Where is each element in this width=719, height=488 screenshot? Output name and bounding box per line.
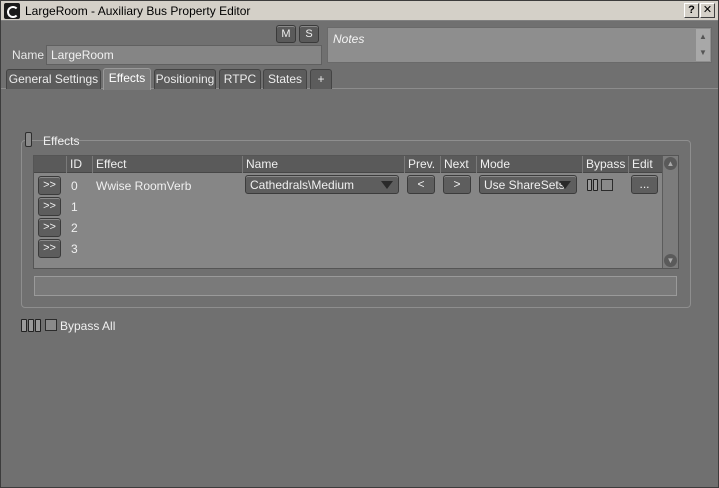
bypass-all-label: Bypass All bbox=[60, 319, 116, 333]
tab-rtpc[interactable]: RTPC bbox=[219, 69, 261, 89]
effect-shareset-value: Cathedrals\Medium bbox=[250, 178, 355, 192]
column-header-effect[interactable]: Effect bbox=[92, 156, 242, 173]
scroll-down-icon[interactable]: ▼ bbox=[696, 45, 710, 61]
scroll-up-icon[interactable]: ▲ bbox=[696, 29, 710, 45]
name-label: Name bbox=[12, 48, 45, 62]
effect-slot-0-id: 0 bbox=[71, 179, 78, 193]
solo-button[interactable]: S bbox=[299, 25, 319, 43]
chevron-down-icon bbox=[559, 181, 571, 189]
notes-field[interactable]: Notes ▲ ▼ bbox=[327, 27, 712, 63]
bypass-all-checkbox[interactable] bbox=[45, 319, 57, 331]
effect-slot-0-effect: Wwise RoomVerb bbox=[96, 179, 192, 193]
column-header-bypass[interactable]: Bypass bbox=[582, 156, 628, 173]
effect-slot-0-button[interactable]: >> bbox=[38, 176, 61, 195]
effect-slot-3-button[interactable]: >> bbox=[38, 239, 61, 258]
scroll-up-icon[interactable]: ▲ bbox=[664, 157, 677, 170]
column-header-id[interactable]: ID bbox=[66, 156, 92, 173]
next-shareset-button[interactable]: > bbox=[443, 175, 471, 194]
effects-table-header: ID Effect Name Prev. Next Mode Bypass Ed… bbox=[34, 156, 662, 173]
column-header-prev[interactable]: Prev. bbox=[404, 156, 440, 173]
mode-dropdown[interactable]: Use ShareSets bbox=[479, 175, 577, 194]
column-header-next[interactable]: Next bbox=[440, 156, 476, 173]
effect-slot-3-id: 3 bbox=[71, 242, 78, 256]
tab-states[interactable]: States bbox=[263, 69, 307, 89]
bypass-all-link-icon[interactable] bbox=[21, 319, 42, 332]
effect-slot-2-id: 2 bbox=[71, 221, 78, 235]
tab-add[interactable]: + bbox=[310, 69, 332, 89]
effect-slot-2-button[interactable]: >> bbox=[38, 218, 61, 237]
column-header-edit[interactable]: Edit bbox=[628, 156, 662, 173]
tab-positioning[interactable]: Positioning bbox=[154, 69, 216, 89]
scroll-down-icon[interactable]: ▼ bbox=[664, 254, 677, 267]
wwise-app-icon bbox=[4, 3, 20, 19]
effect-slot-1-id: 1 bbox=[71, 200, 78, 214]
name-field[interactable]: LargeRoom bbox=[46, 45, 322, 65]
prev-shareset-button[interactable]: < bbox=[407, 175, 435, 194]
mute-button[interactable]: M bbox=[276, 25, 296, 43]
title-bar[interactable]: LargeRoom - Auxiliary Bus Property Edito… bbox=[1, 1, 718, 21]
help-button[interactable]: ? bbox=[684, 3, 699, 18]
bypass-link-icon[interactable] bbox=[587, 179, 599, 191]
notes-placeholder: Notes bbox=[333, 32, 365, 46]
effects-bypass-toggle-icon[interactable] bbox=[25, 132, 32, 147]
tab-bar: General Settings Effects Positioning RTP… bbox=[1, 68, 718, 90]
bypass-checkbox[interactable] bbox=[601, 179, 613, 191]
effects-table-scrollbar[interactable]: ▲ ▼ bbox=[662, 156, 678, 268]
effects-group-label: Effects bbox=[43, 134, 80, 148]
chevron-down-icon bbox=[381, 181, 393, 189]
tab-general-settings[interactable]: General Settings bbox=[6, 69, 101, 89]
column-header-mode[interactable]: Mode bbox=[476, 156, 582, 173]
effects-table: ID Effect Name Prev. Next Mode Bypass Ed… bbox=[33, 155, 679, 269]
close-button[interactable]: ✕ bbox=[700, 3, 715, 18]
effect-shareset-dropdown[interactable]: Cathedrals\Medium bbox=[245, 175, 399, 194]
column-header-name[interactable]: Name bbox=[242, 156, 404, 173]
tab-effects[interactable]: Effects bbox=[103, 68, 151, 90]
effect-status-field bbox=[34, 276, 677, 296]
property-editor-window: LargeRoom - Auxiliary Bus Property Edito… bbox=[0, 0, 719, 488]
edit-effect-button[interactable]: ... bbox=[631, 175, 658, 194]
window-title: LargeRoom - Auxiliary Bus Property Edito… bbox=[25, 4, 251, 18]
notes-scrollbar[interactable]: ▲ ▼ bbox=[696, 29, 710, 61]
effect-slot-1-button[interactable]: >> bbox=[38, 197, 61, 216]
mode-value: Use ShareSets bbox=[484, 178, 565, 192]
